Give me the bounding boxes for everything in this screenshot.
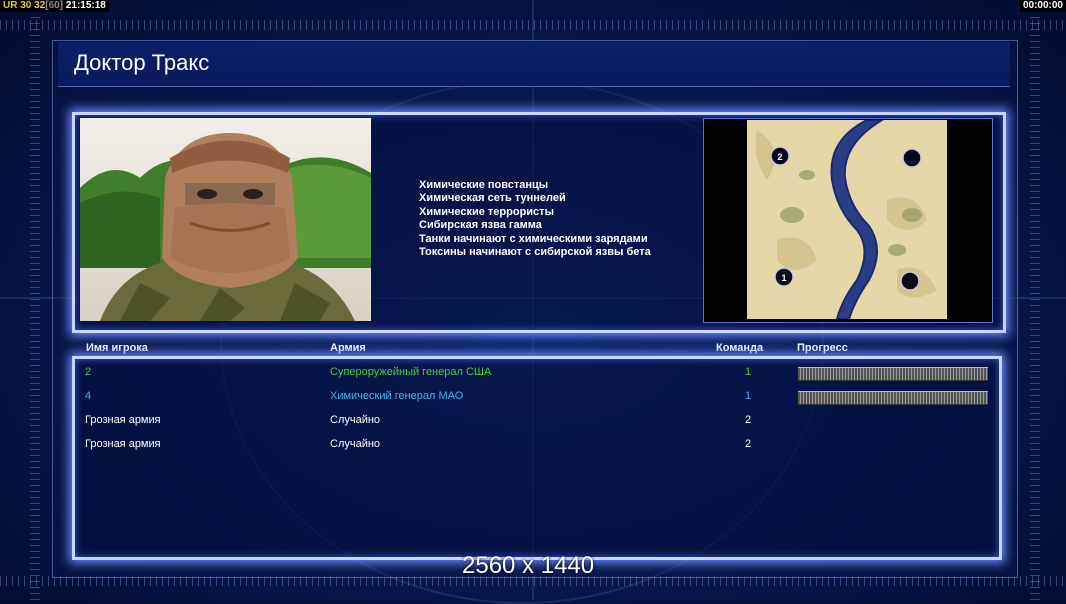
perk-item: Химические террористы xyxy=(419,205,554,218)
team-number: 1 xyxy=(745,366,752,378)
top-ruler xyxy=(0,20,1066,30)
column-header-team: Команда xyxy=(716,342,764,354)
table-row: 4 Химический генерал МАО 1 xyxy=(78,386,990,408)
column-header-player: Имя игрока xyxy=(86,342,148,354)
player-name: 4 xyxy=(85,390,92,402)
general-portrait xyxy=(80,118,371,321)
timer-overlay: 00:00:00 xyxy=(1019,0,1066,12)
team-number: 2 xyxy=(745,414,752,426)
map-start-position-1: 1 xyxy=(774,267,794,287)
army-name: Супероружейный генерал США xyxy=(330,366,492,378)
map-start-position-unassigned xyxy=(902,148,922,168)
resolution-label: 2560 x 1440 xyxy=(462,552,595,579)
elapsed-timer: 00:00:00 xyxy=(1022,0,1063,11)
table-row: 2 Супероружейный генерал США 1 xyxy=(78,362,990,384)
fps-overlay: UR 30 32[60] 21:15:18 xyxy=(0,0,109,12)
fps-value-a: 30 xyxy=(20,0,32,11)
svg-text:1: 1 xyxy=(781,273,786,283)
perk-item: Химические повстанцы xyxy=(419,179,549,191)
portrait-image xyxy=(80,118,371,321)
page-title: Доктор Тракс xyxy=(74,50,210,75)
army-name: Случайно xyxy=(330,414,381,426)
fps-value-b: 32 xyxy=(34,0,46,11)
army-name: Химический генерал МАО xyxy=(330,390,464,402)
perk-item: Химическая сеть туннелей xyxy=(419,192,566,205)
clock-time: 21:15:18 xyxy=(65,0,106,11)
map-start-position-unassigned xyxy=(900,271,920,291)
loading-progress-bar xyxy=(798,367,988,381)
perk-item: Сибирская язва гамма xyxy=(419,219,542,232)
table-row: Грозная армия Случайно 2 xyxy=(78,434,990,456)
fps-limit: [60] xyxy=(45,0,64,11)
right-ruler xyxy=(1030,0,1040,600)
column-header-progress: Прогресс xyxy=(797,342,848,354)
map-start-position-2: 2 xyxy=(770,146,790,166)
svg-text:2: 2 xyxy=(777,152,782,162)
table-row: Грозная армия Случайно 2 xyxy=(78,410,990,432)
fps-prefix: UR xyxy=(3,0,18,11)
perk-item: Токсины начинают с сибирской язвы бета xyxy=(419,246,651,259)
army-name: Случайно xyxy=(330,438,381,450)
player-name: 2 xyxy=(85,366,92,378)
column-header-army: Армия xyxy=(330,342,366,354)
left-ruler xyxy=(30,0,40,600)
loading-progress-bar xyxy=(798,391,988,405)
team-number: 1 xyxy=(745,390,752,402)
team-number: 2 xyxy=(745,438,752,450)
perk-item: Танки начинают с химическими зарядами xyxy=(419,232,648,245)
player-name: Грозная армия xyxy=(85,414,161,426)
map-preview: 2 1 xyxy=(747,120,947,319)
player-name: Грозная армия xyxy=(85,438,161,450)
general-perks-list: Химические повстанцы Химическая сеть тун… xyxy=(419,179,651,259)
